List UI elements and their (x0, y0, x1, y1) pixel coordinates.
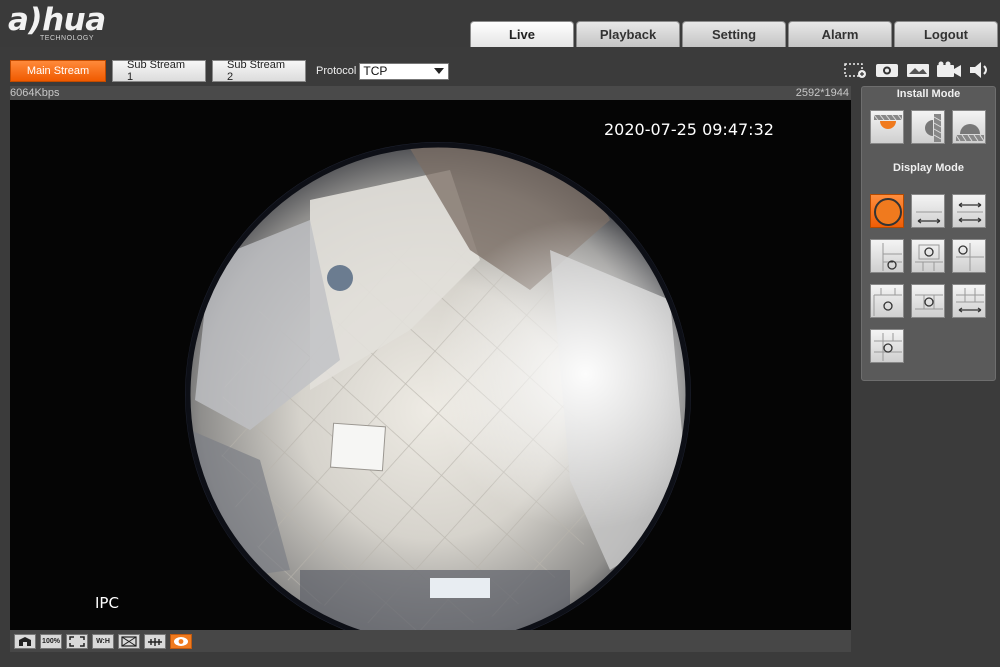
snapshot-icon[interactable] (874, 61, 900, 79)
header: a)hua TECHNOLOGY Live Playback Setting A… (0, 0, 1000, 47)
video-info-bar: 6064Kbps 2592*1944 (10, 86, 851, 100)
triple-snapshot-icon[interactable] (905, 61, 931, 79)
rule-icon[interactable] (144, 633, 166, 649)
fisheye-panel: Install Mode Display Mode (861, 86, 996, 381)
install-mode-title: Install Mode (896, 88, 961, 100)
video-bottom-toolbar: 100% W:H (10, 630, 851, 652)
display-1o4r-icon[interactable] (911, 239, 945, 273)
top-navigation: Live Playback Setting Alarm Logout (470, 21, 998, 47)
aspect-ratio-icon[interactable]: W:H (92, 633, 114, 649)
fluency-icon[interactable] (118, 633, 140, 649)
resolution-readout: 2592*1944 (795, 87, 849, 99)
protocol-select[interactable]: TCP (359, 62, 450, 80)
video-viewport[interactable]: 2020-07-25 09:47:32 IPC (10, 100, 851, 630)
brand-logo: a)hua TECHNOLOGY (8, 2, 138, 44)
live-tools (843, 61, 993, 79)
audio-icon[interactable] (967, 61, 993, 79)
display-1o1p3r-icon[interactable] (952, 239, 986, 273)
main-stream-button[interactable]: Main Stream (10, 60, 106, 82)
tab-logout[interactable]: Logout (894, 21, 998, 47)
display-1o-icon[interactable] (870, 194, 904, 228)
record-icon[interactable] (936, 61, 962, 79)
wall-mount-icon[interactable] (911, 110, 945, 144)
protocol-value: TCP (363, 64, 388, 78)
display-1o1p6r-icon[interactable] (911, 284, 945, 318)
display-1o8r-icon[interactable] (870, 284, 904, 318)
brand-name: a)hua (8, 2, 106, 38)
tab-setting[interactable]: Setting (682, 21, 786, 47)
display-2p-icon[interactable] (952, 194, 986, 228)
stream-toolbar: Main Stream Sub Stream 1 Sub Stream 2 Pr… (10, 59, 450, 83)
osd-timestamp: 2020-07-25 09:47:32 (604, 120, 774, 139)
original-size-icon[interactable]: 100% (40, 633, 62, 649)
image-adjust-icon[interactable] (14, 633, 36, 649)
display-1o3r-icon[interactable] (870, 239, 904, 273)
fisheye-image (185, 142, 691, 630)
display-1p-icon[interactable] (911, 194, 945, 228)
protocol-label: Protocol (316, 65, 357, 77)
bitrate-readout: 6064Kbps (10, 87, 60, 99)
osd-channel-name: IPC (95, 594, 119, 612)
tab-playback[interactable]: Playback (576, 21, 680, 47)
display-1o2p-icon[interactable] (952, 284, 986, 318)
tab-alarm[interactable]: Alarm (788, 21, 892, 47)
zoom-region-icon[interactable] (843, 61, 869, 79)
fisheye-eye-icon[interactable] (170, 633, 192, 649)
ground-mount-icon[interactable] (952, 110, 986, 144)
display-mode-title: Display Mode (893, 162, 964, 174)
chevron-down-icon (434, 67, 445, 74)
ceiling-mount-icon[interactable] (870, 110, 904, 144)
tab-live[interactable]: Live (470, 21, 574, 47)
sub-stream-2-button[interactable]: Sub Stream 2 (212, 59, 306, 83)
sub-stream-1-button[interactable]: Sub Stream 1 (112, 59, 206, 83)
display-1p6r-icon[interactable] (870, 329, 904, 363)
brand-tagline: TECHNOLOGY (40, 35, 95, 42)
fullscreen-icon[interactable] (66, 633, 88, 649)
